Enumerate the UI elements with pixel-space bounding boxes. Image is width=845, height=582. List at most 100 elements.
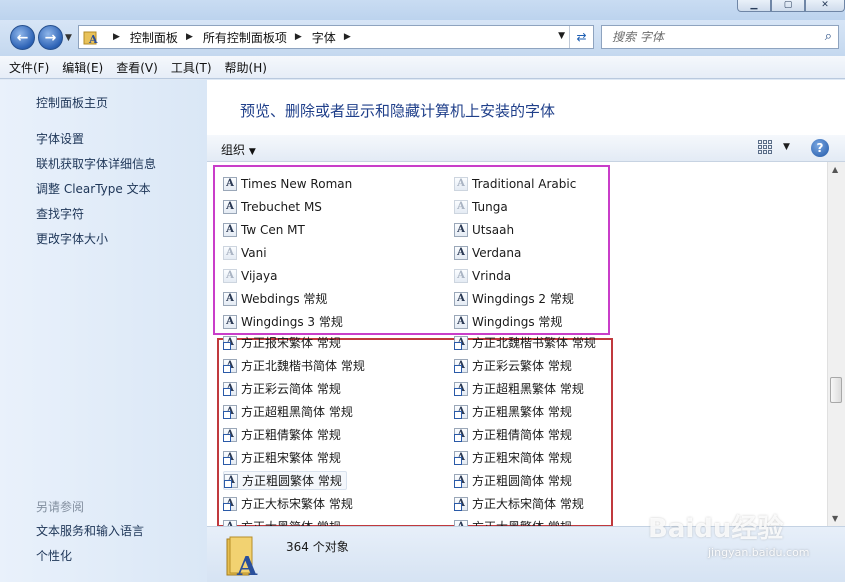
vertical-scrollbar[interactable]: ▲ ▼ [827, 162, 845, 526]
font-item-label: Wingdings 3 常规 [241, 315, 343, 329]
navigation-bar: ← → ▼ A ▶ 控制面板 ▶ 所有控制面板项 ▶ 字体 ▶ ▼ ⇄ ⌕ [0, 20, 845, 56]
font-item[interactable]: A Vijaya [223, 266, 277, 285]
font-item-label: 方正报宋繁体 常规 [241, 336, 341, 350]
command-bar: 组织 ▼ ▼ ? [207, 135, 845, 162]
address-history-chevron-icon[interactable]: ▼ [558, 31, 565, 41]
address-bar[interactable]: A ▶ 控制面板 ▶ 所有控制面板项 ▶ 字体 ▶ ▼ ⇄ [78, 25, 594, 49]
font-a-light-icon: A [223, 245, 237, 260]
font-a-icon: A [223, 199, 237, 214]
font-item[interactable]: A Tw Cen MT [223, 220, 305, 239]
font-item-label: Traditional Arabic [472, 176, 577, 191]
font-item-label: 方正粗黑繁体 常规 [472, 405, 572, 419]
font-item[interactable]: A Tunga [454, 197, 508, 216]
control-panel-home-link[interactable]: 控制面板主页 [36, 94, 108, 111]
font-shortcut-icon: A [223, 450, 237, 465]
font-item[interactable]: A Times New Roman [223, 174, 352, 193]
text-services-link[interactable]: 文本服务和输入语言 [36, 522, 144, 539]
font-item[interactable]: A 方正彩云繁体 常规 [454, 356, 572, 375]
help-button[interactable]: ? [811, 139, 829, 157]
font-item[interactable]: A Vani [223, 243, 267, 262]
font-item[interactable]: A 方正报宋繁体 常规 [223, 333, 341, 352]
forward-button[interactable]: → [38, 25, 63, 50]
font-item[interactable]: A Trebuchet MS [223, 197, 322, 216]
recent-pages-dropdown[interactable]: ▼ [65, 33, 72, 43]
font-item-label: 方正北魏楷书简体 常规 [241, 359, 365, 373]
search-input[interactable] [612, 30, 812, 44]
font-item[interactable]: A 方正粗倩繁体 常规 [223, 425, 341, 444]
breadcrumb-control-panel[interactable]: 控制面板 [130, 29, 178, 46]
refresh-icon: ⇄ [576, 30, 587, 44]
menu-file[interactable]: 文件(F) [9, 59, 49, 76]
font-item[interactable]: A 方正北魏楷书繁体 常规 [454, 333, 596, 352]
menu-edit[interactable]: 编辑(E) [62, 59, 103, 76]
font-shortcut-icon: A [454, 450, 468, 465]
font-shortcut-icon: A [454, 496, 468, 511]
menu-help[interactable]: 帮助(H) [225, 59, 267, 76]
font-a-light-icon: A [223, 268, 237, 283]
font-item[interactable]: A 方正北魏楷书简体 常规 [223, 356, 365, 375]
back-button[interactable]: ← [10, 25, 35, 50]
font-item[interactable]: A 方正大标宋简体 常规 [454, 494, 584, 513]
font-item[interactable]: A Wingdings 常规 [454, 312, 562, 331]
menu-tools[interactable]: 工具(T) [171, 59, 212, 76]
font-item[interactable]: A Utsaah [454, 220, 514, 239]
font-item-label: Utsaah [472, 222, 515, 237]
font-shortcut-icon: A [223, 335, 237, 350]
font-item-label: Wingdings 2 常规 [472, 292, 574, 306]
search-box[interactable]: ⌕ [601, 25, 839, 49]
baidu-watermark: Baidu经验 [648, 514, 784, 544]
navigation-pane: 控制面板主页 字体设置 联机获取字体详细信息 调整 ClearType 文本 查… [0, 80, 207, 582]
font-item[interactable]: A Vrinda [454, 266, 511, 285]
close-button[interactable]: ✕ [805, 0, 845, 12]
font-item[interactable]: A 方正大标宋繁体 常规 [223, 494, 353, 513]
font-item[interactable]: A Wingdings 2 常规 [454, 289, 574, 308]
font-item[interactable]: A Traditional Arabic [454, 174, 576, 193]
adjust-cleartype-link[interactable]: 调整 ClearType 文本 [36, 180, 151, 197]
font-item-label: Webdings 常规 [241, 292, 328, 306]
font-item[interactable]: A Verdana [454, 243, 521, 262]
view-options-chevron-icon[interactable]: ▼ [783, 142, 790, 152]
breadcrumb-arrow-icon[interactable]: ▶ [186, 32, 193, 42]
font-shortcut-icon: A [223, 404, 237, 419]
find-character-link[interactable]: 查找字符 [36, 205, 84, 222]
font-item-label: 方正北魏楷书繁体 常规 [472, 336, 596, 350]
get-font-info-online-link[interactable]: 联机获取字体详细信息 [36, 155, 156, 172]
font-item[interactable]: A 方正超粗黑简体 常规 [223, 402, 353, 421]
object-count: 364 个对象 [286, 540, 349, 554]
font-item[interactable]: A 方正粗圆简体 常规 [454, 471, 572, 490]
view-options-icon[interactable] [758, 140, 772, 154]
breadcrumb-fonts[interactable]: 字体 [312, 29, 336, 46]
personalization-link[interactable]: 个性化 [36, 547, 72, 564]
font-item[interactable]: A 方正粗圆繁体 常规 [223, 471, 347, 490]
font-item[interactable]: A 方正粗宋简体 常规 [454, 448, 572, 467]
font-item[interactable]: A Webdings 常规 [223, 289, 327, 308]
font-item[interactable]: A 方正彩云简体 常规 [223, 379, 341, 398]
font-item[interactable]: A 方正粗黑繁体 常规 [454, 402, 572, 421]
search-icon[interactable]: ⌕ [825, 29, 832, 44]
font-item[interactable]: A 方正粗宋繁体 常规 [223, 448, 341, 467]
font-settings-link[interactable]: 字体设置 [36, 130, 84, 147]
menu-view[interactable]: 查看(V) [116, 59, 158, 76]
minimize-button[interactable]: ▁ [737, 0, 771, 12]
font-item[interactable]: A Wingdings 3 常规 [223, 312, 343, 331]
font-item[interactable]: A 方正超粗黑繁体 常规 [454, 379, 584, 398]
scroll-up-arrow-icon[interactable]: ▲ [832, 165, 838, 174]
font-item[interactable]: A方正大黑简体 常规 [223, 517, 341, 526]
font-item[interactable]: A 方正粗倩简体 常规 [454, 425, 572, 444]
maximize-button[interactable]: ▢ [771, 0, 805, 12]
breadcrumb-all-items[interactable]: 所有控制面板项 [203, 29, 287, 46]
breadcrumb-arrow-icon[interactable]: ▶ [295, 32, 302, 42]
scroll-down-arrow-icon[interactable]: ▼ [832, 514, 838, 523]
font-item-label: 方正粗宋繁体 常规 [241, 451, 341, 465]
font-item[interactable]: A方正大黑繁体 常规 [454, 517, 572, 526]
font-shortcut-icon: A [223, 381, 237, 396]
font-item-label: 方正粗圆简体 常规 [472, 474, 572, 488]
arrow-right-icon: → [44, 29, 57, 46]
font-a-light-icon: A [454, 199, 468, 214]
refresh-button[interactable]: ⇄ [569, 26, 593, 48]
organize-button[interactable]: 组织 ▼ [221, 141, 256, 158]
scroll-thumb[interactable] [830, 377, 842, 403]
breadcrumb-arrow-icon[interactable]: ▶ [344, 32, 351, 42]
font-item-label: Times New Roman [241, 176, 353, 191]
change-font-size-link[interactable]: 更改字体大小 [36, 230, 108, 247]
